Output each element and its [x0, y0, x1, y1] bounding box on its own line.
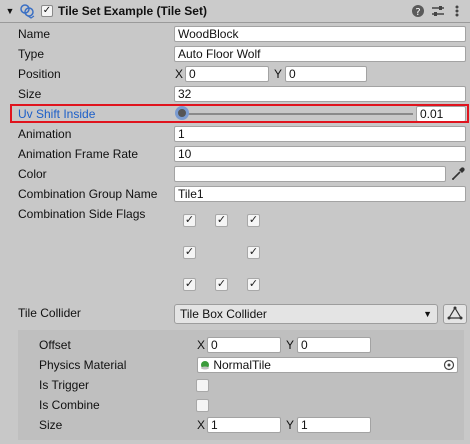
type-field[interactable]: Auto Floor Wolf: [174, 46, 466, 62]
side-flag-checkbox[interactable]: ✓: [215, 214, 228, 227]
side-flag-checkbox[interactable]: ✓: [215, 278, 228, 291]
collider-shape-icon: [447, 306, 463, 320]
side-flag-checkbox[interactable]: ✓: [247, 278, 260, 291]
eyedropper-icon[interactable]: [450, 166, 466, 182]
offset-label: Offset: [39, 338, 71, 352]
tile-collider-value: Tile Box Collider: [180, 307, 267, 321]
position-label: Position: [18, 67, 61, 81]
combination-group-name-label: Combination Group Name: [18, 187, 158, 201]
is-trigger-label: Is Trigger: [39, 378, 90, 392]
position-x-label: X: [175, 67, 184, 81]
animation-frame-rate-label: Animation Frame Rate: [18, 147, 139, 161]
collider-size-y-label: Y: [286, 418, 295, 432]
color-swatch[interactable]: [174, 166, 446, 182]
animation-field[interactable]: 1: [174, 126, 466, 142]
side-flag-checkbox[interactable]: ✓: [183, 246, 196, 259]
side-flag-checkbox[interactable]: ✓: [183, 278, 196, 291]
type-label: Type: [18, 47, 45, 61]
is-combine-label: Is Combine: [39, 398, 100, 412]
svg-text:?: ?: [415, 7, 420, 18]
help-icon[interactable]: ?: [410, 0, 426, 22]
name-label: Name: [18, 27, 51, 41]
offset-x-field[interactable]: 0: [207, 337, 281, 353]
more-options-icon[interactable]: [450, 0, 464, 22]
animation-frame-rate-field[interactable]: 10: [174, 146, 466, 162]
offset-y-field[interactable]: 0: [297, 337, 371, 353]
object-picker-icon[interactable]: [443, 359, 455, 371]
collider-size-label: Size: [39, 418, 63, 432]
component-title: Tile Set Example (Tile Set): [58, 4, 207, 18]
position-y-label: Y: [274, 67, 283, 81]
collider-size-x-field[interactable]: 1: [207, 417, 281, 433]
tile-collider-dropdown[interactable]: Tile Box Collider ▼: [174, 304, 438, 324]
inspector-panel: ▼ ✓ Tile Set Example (Tile Set) ? Name W…: [0, 0, 470, 444]
size-label: Size: [18, 87, 42, 101]
preset-sliders-icon[interactable]: [430, 0, 446, 22]
is-combine-checkbox[interactable]: [196, 399, 209, 412]
physics-material-value: NormalTile: [213, 358, 271, 372]
collider-size-x-label: X: [197, 418, 206, 432]
tile-collider-label: Tile Collider: [18, 306, 81, 320]
offset-x-label: X: [197, 338, 206, 352]
enabled-checkbox[interactable]: ✓: [40, 0, 54, 22]
collider-size-y-field[interactable]: 1: [297, 417, 371, 433]
size-field[interactable]: 32: [174, 86, 466, 102]
combination-side-flags-label: Combination Side Flags: [18, 207, 146, 221]
combination-group-name-field[interactable]: Tile1: [174, 186, 466, 202]
side-flag-checkbox[interactable]: ✓: [247, 214, 260, 227]
position-x-field[interactable]: 0: [185, 66, 269, 82]
physics-material-field[interactable]: NormalTile: [197, 357, 458, 373]
physics-material-asset-icon: [201, 361, 209, 370]
animation-label: Animation: [18, 127, 72, 141]
position-y-field[interactable]: 0: [285, 66, 367, 82]
collapse-arrow-icon[interactable]: ▼: [4, 0, 16, 22]
dropdown-arrow-icon: ▼: [423, 309, 432, 319]
side-flag-checkbox[interactable]: ✓: [247, 246, 260, 259]
is-trigger-checkbox[interactable]: [196, 379, 209, 392]
offset-y-label: Y: [286, 338, 295, 352]
physics-material-label: Physics Material: [39, 358, 127, 372]
edit-collider-button[interactable]: [443, 304, 467, 324]
component-header: ▼ ✓ Tile Set Example (Tile Set) ?: [0, 0, 470, 23]
highlight-box: [10, 104, 469, 123]
side-flag-checkbox[interactable]: ✓: [183, 214, 196, 227]
tile-set-component-icon: [18, 0, 36, 22]
color-label: Color: [18, 167, 47, 181]
name-field[interactable]: WoodBlock: [174, 26, 466, 42]
